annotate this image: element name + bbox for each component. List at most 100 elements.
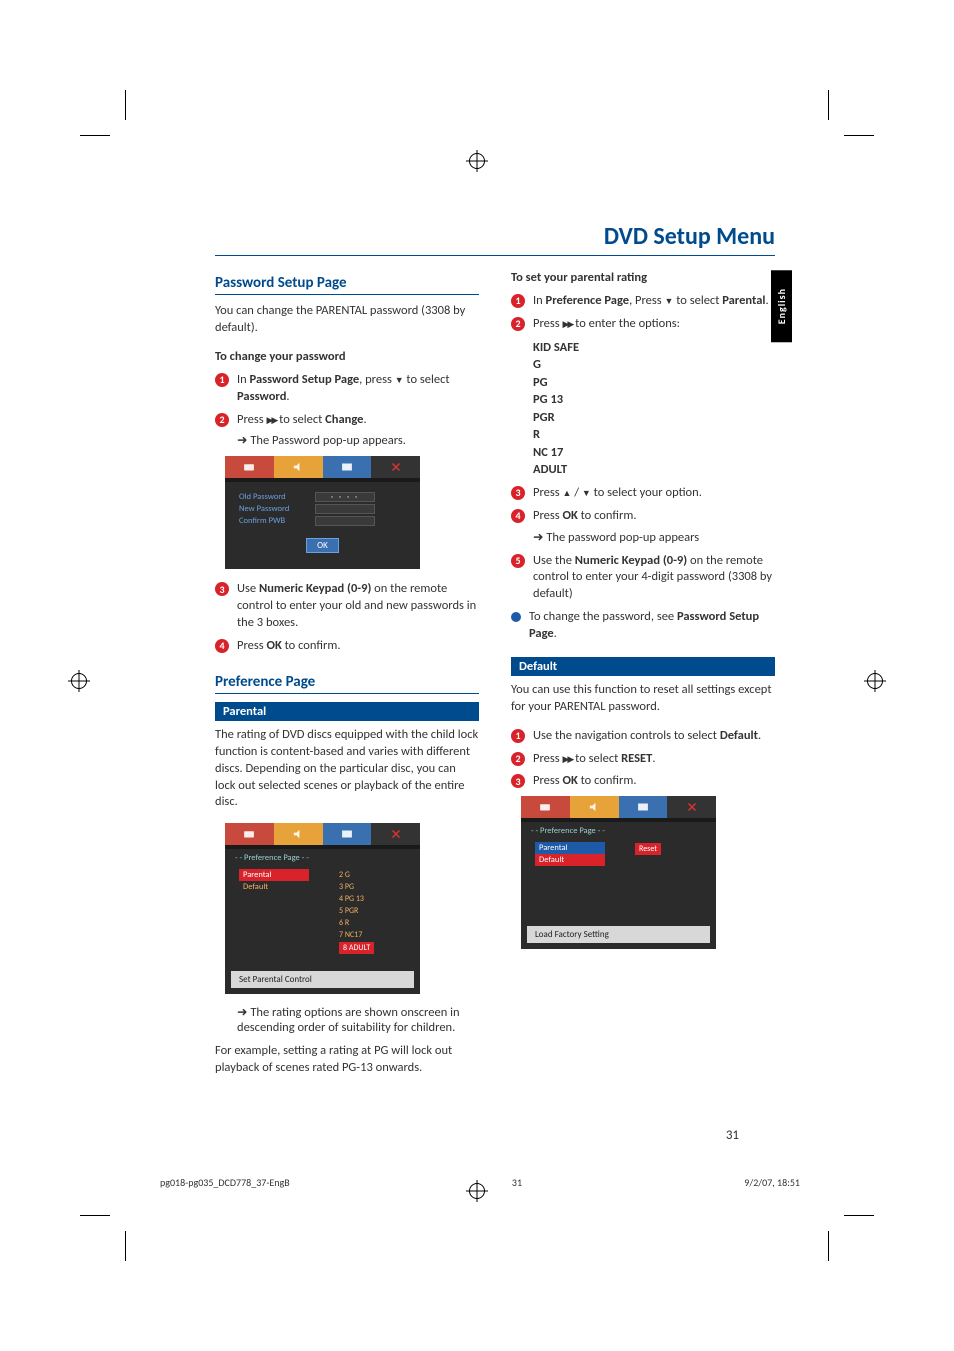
section-bar-parental: Parental [215,702,479,721]
step-badge-3: 3 [215,582,229,596]
text-bold: Password [237,389,286,404]
rating-kid-safe: KID SAFE [533,339,775,357]
text: Use [237,581,259,596]
text: In [237,372,250,387]
left-column: Password Setup Page You can change the P… [215,270,479,1089]
step-badge-3: 3 [511,486,525,500]
text: . [363,412,366,427]
text: . [652,751,655,766]
bullet-icon [511,612,521,622]
page-number: 31 [726,1128,739,1143]
osd-tab-general-icon [225,456,274,478]
pw-step-4: 4 Press OK to confirm. [215,638,479,655]
osd-rating-item: 3 PG [339,881,406,893]
rating-note-bullet: To change the password, see Password Set… [511,609,775,643]
text: Press [533,508,562,523]
text-bold: OK [562,773,577,788]
subheading-change-password: To change your password [215,349,479,364]
rating-step-2: 2 Press to enter the options: [511,316,775,333]
osd-left-item-parental: Parental [239,869,309,881]
step-badge-3: 3 [511,774,525,788]
text-bold: Preference Page [546,293,630,308]
rating-options-list: KID SAFE G PG PG 13 PGR R NC 17 ADULT [533,339,775,479]
text: . [554,626,557,641]
osd-tab-audio-icon [274,823,323,845]
osd-tab-general-icon [225,823,274,845]
text: . [765,293,768,308]
default-step-2: 2 Press to select RESET. [511,751,775,768]
step-badge-5: 5 [511,554,525,568]
text-bold: OK [266,638,281,653]
osd-default-reset: - - Preference Page - - Parental Default… [521,796,716,949]
rating-step-3: 3 Press / to select your option. [511,485,775,502]
text: . [286,389,289,404]
osd-label-confirm-password: Confirm PWB [239,516,309,526]
rating-step-1: 1 In Preference Page, Press to select Pa… [511,293,775,310]
rating-step-5: 5 Use the Numeric Keypad (0-9) on the re… [511,553,775,604]
osd-tab-close-icon [371,823,420,845]
page-content: DVD Setup Menu Password Setup Page You c… [215,222,775,1089]
osd-label-old-password: Old Password [239,492,309,502]
pw-step-2: 2 Press to select Change. [215,412,479,429]
rating-step-4-result: The password pop-up appears [511,529,775,545]
osd-tab-audio-icon [570,796,619,818]
step-badge-1: 1 [511,294,525,308]
text: To change the password, see [529,609,677,624]
fast-forward-icon [562,316,572,331]
parental-intro: The rating of DVD discs equipped with th… [215,727,479,811]
rating-note: The rating options are shown onscreen in… [215,1004,479,1035]
text: to select [276,412,325,427]
osd-tab-audio-icon [274,456,323,478]
default-step-3: 3 Press OK to confirm. [511,773,775,790]
rating-g: G [533,356,775,374]
rating-example: For example, setting a rating at PG will… [215,1043,479,1077]
osd-tab-general-icon [521,796,570,818]
text: Press [237,638,266,653]
text-bold: OK [562,508,577,523]
heading-preference-page: Preference Page [215,673,479,694]
text: to confirm. [282,638,341,653]
text: to select [673,293,722,308]
footer-timestamp: 9/2/07, 18:51 [744,1176,800,1189]
osd-password-dialog: Old Password· · · · New Password Confirm… [225,456,420,569]
text: to select [572,751,621,766]
page-title: DVD Setup Menu [215,222,775,256]
rating-step-4: 4 Press OK to confirm. [511,508,775,525]
osd-title: - - Preference Page - - [521,822,716,840]
osd-left-item-parental: Parental [535,842,605,854]
rating-pg13: PG 13 [533,391,775,409]
print-footer: pg018-pg035_DCD778_37-EngB 31 9/2/07, 18… [160,1176,800,1189]
step-badge-1: 1 [511,729,525,743]
osd-left-item-default: Default [239,881,309,893]
text: / [571,485,581,500]
default-intro: You can use this function to reset all s… [511,682,775,716]
text: Press [237,412,266,427]
text: to enter the options: [572,316,680,331]
osd-right-item-reset: Reset [635,843,661,855]
text: . [758,728,761,743]
rating-adult: ADULT [533,461,775,479]
password-intro: You can change the PARENTAL password (33… [215,303,479,337]
fast-forward-icon [562,751,572,766]
pw-step-3: 3 Use Numeric Keypad (0-9) on the remote… [215,581,479,632]
rating-nc17: NC 17 [533,444,775,462]
default-step-1: 1 Use the navigation controls to select … [511,728,775,745]
pw-step-2-result: The Password pop-up appears. [215,432,479,448]
right-column: To set your parental rating 1 In Prefere… [511,270,775,1089]
text: to confirm. [578,508,637,523]
section-bar-default: Default [511,657,775,676]
osd-ok-button: OK [306,538,339,553]
osd-rating-item: 2 G [339,869,406,881]
text: to confirm. [578,773,637,788]
footer-page: 31 [512,1176,522,1189]
text-bold: RESET [621,751,652,766]
osd-field-confirm-password [315,516,375,526]
osd-rating-item: 6 R [339,917,406,929]
text: , press [359,372,395,387]
fast-forward-icon [266,412,276,427]
text-bold: Password Setup Page [250,372,360,387]
text: to select [404,372,450,387]
text: Use the [533,553,575,568]
osd-rating-item: 4 PG 13 [339,893,406,905]
osd-tab-video-icon [619,796,668,818]
